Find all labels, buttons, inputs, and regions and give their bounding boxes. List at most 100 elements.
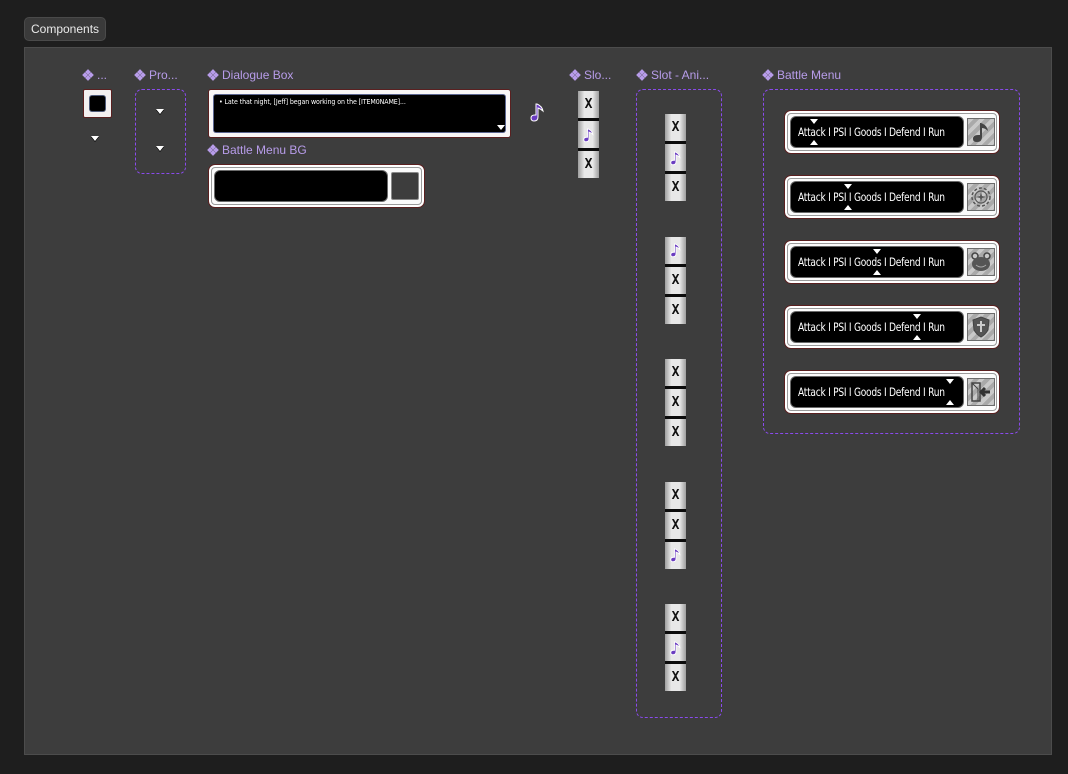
slot-animation-frame-group: XXX bbox=[665, 359, 686, 446]
slot-tile-x: X bbox=[665, 416, 686, 446]
slot-component[interactable]: XX bbox=[578, 91, 599, 178]
battle-menu-bg[interactable] bbox=[208, 164, 425, 208]
battle-menu-variant-attack[interactable]: Attack I PSI I Goods I Defend I Run bbox=[784, 110, 1000, 154]
cursor-component[interactable] bbox=[83, 89, 112, 118]
x-glyph-icon: X bbox=[671, 670, 680, 685]
arrow-down-icon bbox=[91, 136, 99, 141]
selection-arrow-up-icon bbox=[946, 400, 954, 405]
battle-menu-variant-defend[interactable]: Attack I PSI I Goods I Defend I Run bbox=[784, 305, 1000, 349]
slot-tile-x: X bbox=[665, 263, 686, 294]
prompt-variants-frame[interactable] bbox=[135, 89, 186, 174]
selection-arrow-down-icon bbox=[946, 379, 954, 384]
x-glyph-icon: X bbox=[671, 425, 680, 440]
dialogue-screen: • Late that night, [Jeff] began working … bbox=[214, 95, 505, 132]
selection-arrow-down-icon bbox=[873, 249, 881, 254]
music-note-icon bbox=[967, 118, 995, 146]
battle-menu-text-area: Attack I PSI I Goods I Defend I Run bbox=[791, 182, 963, 212]
cursor-label-text: ... bbox=[97, 68, 108, 82]
shield-icon bbox=[967, 313, 995, 341]
battle-menu-variant-goods[interactable]: Attack I PSI I Goods I Defend I Run bbox=[784, 240, 1000, 284]
slot-tile-x: X bbox=[665, 661, 686, 691]
selection-arrow-up-icon bbox=[873, 270, 881, 275]
battle-menu-label[interactable]: Battle Menu bbox=[762, 68, 842, 82]
slot-tile-note bbox=[578, 118, 599, 148]
components-canvas: ... Pro... Dialogue Box • Late that nigh… bbox=[24, 47, 1052, 755]
music-note-icon bbox=[669, 243, 680, 258]
battle-menu-text-area: Attack I PSI I Goods I Defend I Run bbox=[791, 247, 963, 277]
battle-menu-bg-icon-slot bbox=[391, 172, 419, 200]
battle-menu-variant-psi[interactable]: Attack I PSI I Goods I Defend I Run bbox=[784, 175, 1000, 219]
slot-tile-x: X bbox=[578, 91, 599, 118]
slot-label-text: Slo... bbox=[584, 68, 612, 82]
battle-menu-bg-label-text: Battle Menu BG bbox=[222, 143, 307, 157]
slot-tile-note bbox=[665, 236, 686, 264]
run-exit-icon bbox=[967, 378, 995, 406]
music-note-icon bbox=[669, 548, 680, 563]
slot-tile-x: X bbox=[665, 604, 686, 631]
psi-target-icon bbox=[967, 183, 995, 211]
dialogue-box-label[interactable]: Dialogue Box bbox=[207, 68, 293, 82]
battle-menu-label-text: Battle Menu bbox=[777, 68, 842, 82]
component-icon bbox=[134, 69, 146, 81]
battle-menu-text-area: Attack I PSI I Goods I Defend I Run bbox=[791, 117, 963, 147]
selection-arrow-down-icon bbox=[810, 119, 818, 124]
battle-menu-bg-label[interactable]: Battle Menu BG bbox=[207, 143, 307, 157]
slot-animation-label-text: Slot - Ani... bbox=[651, 68, 710, 82]
component-icon bbox=[569, 69, 581, 81]
battle-menu-options-text: Attack I PSI I Goods I Defend I Run bbox=[798, 320, 945, 334]
x-glyph-icon: X bbox=[671, 610, 680, 625]
slot-tile-x: X bbox=[665, 386, 686, 416]
cursor-component-label[interactable]: ... bbox=[82, 68, 108, 82]
prompt-component-label[interactable]: Pro... bbox=[134, 68, 178, 82]
arrow-down-icon bbox=[156, 146, 164, 151]
slot-tile-x: X bbox=[665, 508, 686, 539]
slot-component-label[interactable]: Slo... bbox=[569, 68, 612, 82]
cursor-inner bbox=[90, 96, 105, 111]
battle-menu-variant-run[interactable]: Attack I PSI I Goods I Defend I Run bbox=[784, 370, 1000, 414]
x-glyph-icon: X bbox=[584, 157, 593, 172]
selection-arrow-down-icon bbox=[844, 184, 852, 189]
slot-tile-note bbox=[665, 538, 686, 569]
slot-animation-frame[interactable]: XXXXXXXXXXX bbox=[636, 89, 722, 718]
slot-tile-x: X bbox=[578, 148, 599, 178]
component-icon bbox=[207, 69, 219, 81]
music-note-icon bbox=[582, 128, 593, 142]
selection-arrow-up-icon bbox=[844, 205, 852, 210]
battle-menu-bg-text-area bbox=[215, 171, 387, 201]
slot-animation-frame-group: XX bbox=[665, 604, 686, 691]
slot-tile-x: X bbox=[665, 293, 686, 324]
slot-tile-x: X bbox=[665, 481, 686, 509]
arrow-down-icon bbox=[156, 109, 164, 114]
music-note-icon[interactable] bbox=[530, 102, 546, 122]
x-glyph-icon: X bbox=[671, 365, 680, 380]
slot-tile-note bbox=[665, 631, 686, 661]
dialogue-box[interactable]: • Late that night, [Jeff] began working … bbox=[208, 89, 511, 138]
slot-animation-frame-group: XX bbox=[665, 114, 686, 201]
component-icon bbox=[82, 69, 94, 81]
x-glyph-icon: X bbox=[671, 272, 680, 288]
frog-bag-icon bbox=[967, 248, 995, 276]
x-glyph-icon: X bbox=[671, 302, 680, 318]
x-glyph-icon: X bbox=[671, 517, 680, 533]
battle-menu-text-area: Attack I PSI I Goods I Defend I Run bbox=[791, 377, 963, 407]
dialogue-text: • Late that night, [Jeff] began working … bbox=[219, 98, 406, 106]
selection-arrow-up-icon bbox=[913, 335, 921, 340]
music-note-icon bbox=[669, 641, 680, 655]
x-glyph-icon: X bbox=[584, 97, 593, 112]
component-icon bbox=[207, 144, 219, 156]
slot-tile-x: X bbox=[665, 359, 686, 386]
battle-menu-options-text: Attack I PSI I Goods I Defend I Run bbox=[798, 125, 945, 139]
selection-arrow-up-icon bbox=[810, 140, 818, 145]
prompt-label-text: Pro... bbox=[149, 68, 178, 82]
component-icon bbox=[762, 69, 774, 81]
battle-menu-options-text: Attack I PSI I Goods I Defend I Run bbox=[798, 255, 945, 269]
slot-tile-x: X bbox=[665, 171, 686, 201]
slot-animation-label[interactable]: Slot - Ani... bbox=[636, 68, 710, 82]
arrow-down-icon bbox=[497, 125, 505, 130]
component-icon bbox=[636, 69, 648, 81]
components-tab[interactable]: Components bbox=[24, 17, 107, 41]
slot-animation-frame-group: XX bbox=[665, 481, 686, 569]
x-glyph-icon: X bbox=[671, 395, 680, 410]
battle-menu-options-text: Attack I PSI I Goods I Defend I Run bbox=[798, 385, 945, 399]
x-glyph-icon: X bbox=[671, 180, 680, 195]
